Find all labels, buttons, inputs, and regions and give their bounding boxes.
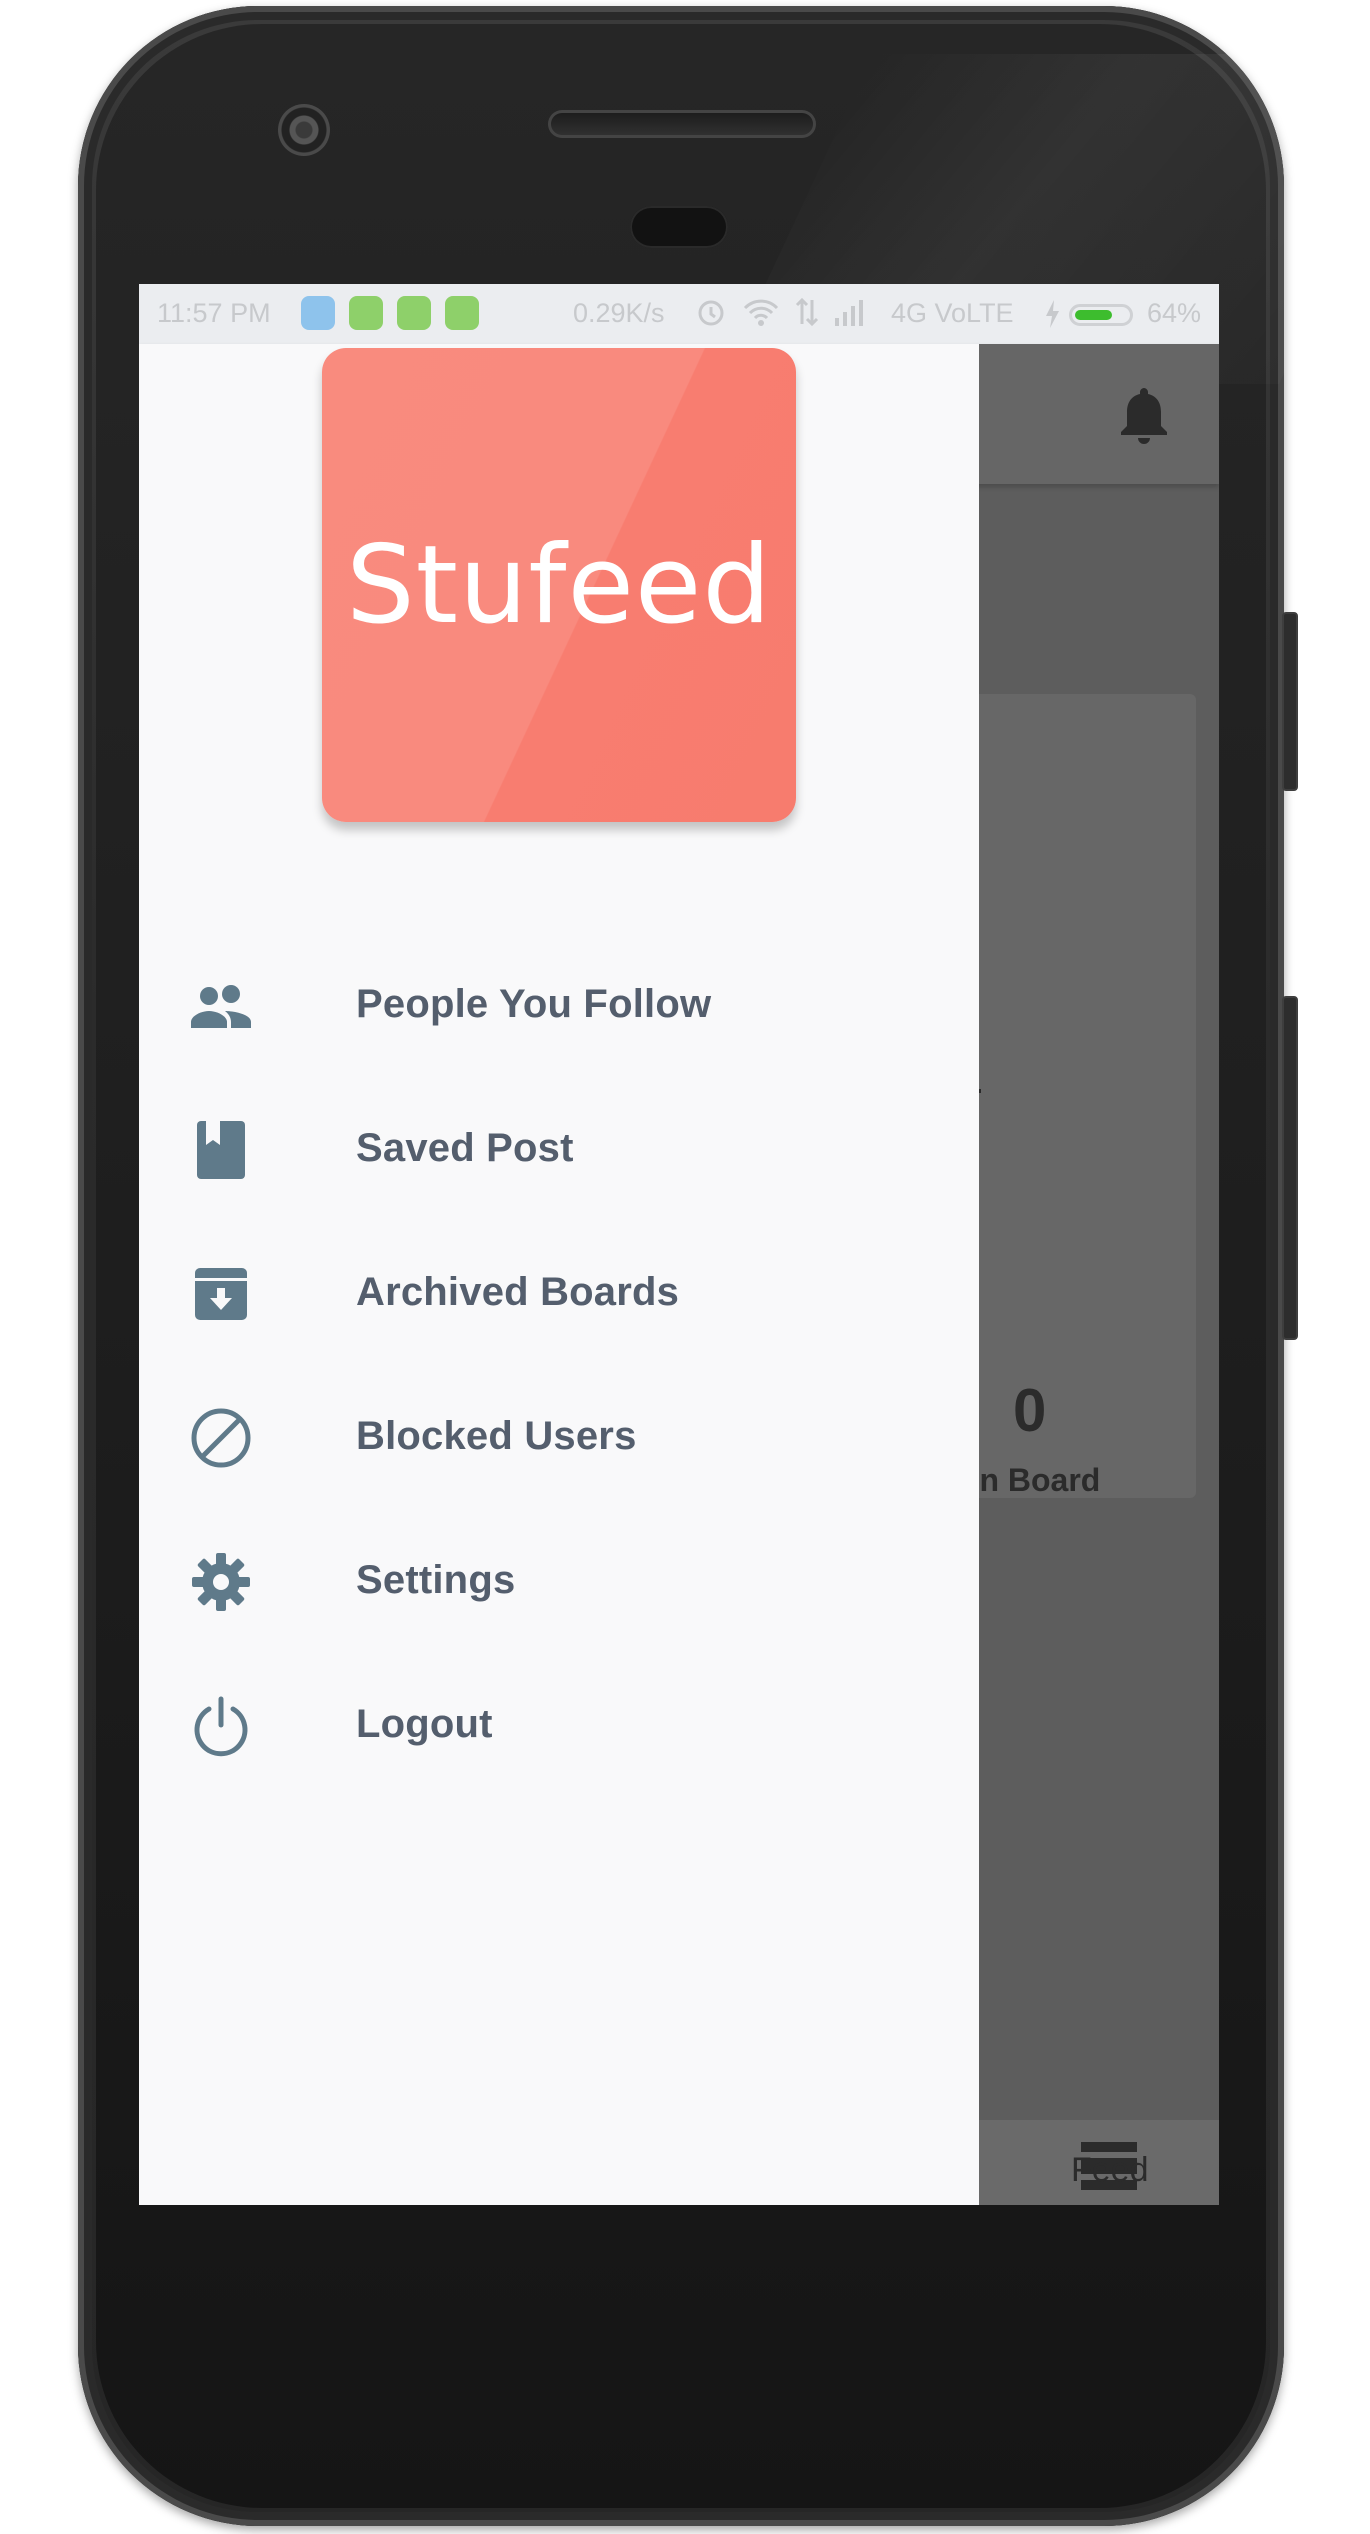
battery-notification-icon [349, 296, 383, 330]
join-board-count: 0 [1013, 1377, 1047, 1444]
network-speed: 0.29K/s [573, 298, 665, 328]
gear-icon [189, 1550, 253, 1614]
archive-icon [189, 1262, 253, 1326]
menu-item-label: Archived Boards [356, 1270, 680, 1314]
status-bar: 11:57 PM 0.29K/s 4G VoLTE 64% [139, 284, 1219, 344]
notification-icons [301, 296, 479, 330]
earpiece-speaker [548, 110, 816, 138]
menu-item-archived-boards[interactable]: Archived Boards [139, 1222, 979, 1366]
alarm-icon [698, 300, 724, 326]
proximity-sensor [630, 206, 728, 248]
charging-icon [1046, 300, 1059, 328]
menu-item-saved-post[interactable]: Saved Post [139, 1078, 979, 1222]
drawer-menu: People You Follow Saved Post Archived Bo… [139, 934, 979, 1798]
menu-item-people-you-follow[interactable]: People You Follow [139, 934, 979, 1078]
signal-icon [835, 300, 863, 326]
notification-bell-icon[interactable] [1116, 382, 1172, 446]
menu-item-settings[interactable]: Settings [139, 1510, 979, 1654]
bookmark-icon [189, 1118, 253, 1182]
battery-percent: 64% [1147, 298, 1202, 328]
stats-card [959, 694, 1196, 1498]
front-camera [278, 104, 330, 156]
data-arrows-icon [795, 297, 819, 327]
menu-item-label: Blocked Users [356, 1414, 637, 1458]
system-icons [695, 296, 867, 328]
block-icon [189, 1406, 253, 1470]
menu-item-label: Settings [356, 1558, 516, 1602]
battery-level [1075, 310, 1112, 320]
volume-button [1282, 612, 1298, 791]
menu-item-label: People You Follow [356, 982, 712, 1026]
menu-item-blocked-users[interactable]: Blocked Users [139, 1366, 979, 1510]
wifi-icon [743, 299, 779, 326]
menu-item-label: Logout [356, 1702, 493, 1746]
power-icon [189, 1694, 253, 1758]
battery-icon [1069, 304, 1133, 326]
logo-text: Stufeed [346, 522, 772, 648]
app-notification-icon [445, 296, 479, 330]
people-icon [189, 974, 253, 1038]
status-time: 11:57 PM [157, 298, 271, 328]
download-notification-icon [301, 296, 335, 330]
network-type: 4G VoLTE [891, 298, 1014, 328]
app-logo: Stufeed [322, 348, 796, 822]
screen: 11:57 PM 0.29K/s 4G VoLTE 64% 0 oin Boar… [139, 284, 1219, 2205]
menu-item-logout[interactable]: Logout [139, 1654, 979, 1798]
bottom-nav-feed-label[interactable]: Feed [1071, 2151, 1149, 2190]
app-notification-icon [397, 296, 431, 330]
menu-item-label: Saved Post [356, 1126, 574, 1170]
navigation-drawer: Stufeed People You Follow Saved Post Arc… [139, 344, 979, 2205]
power-button [1282, 996, 1298, 1340]
